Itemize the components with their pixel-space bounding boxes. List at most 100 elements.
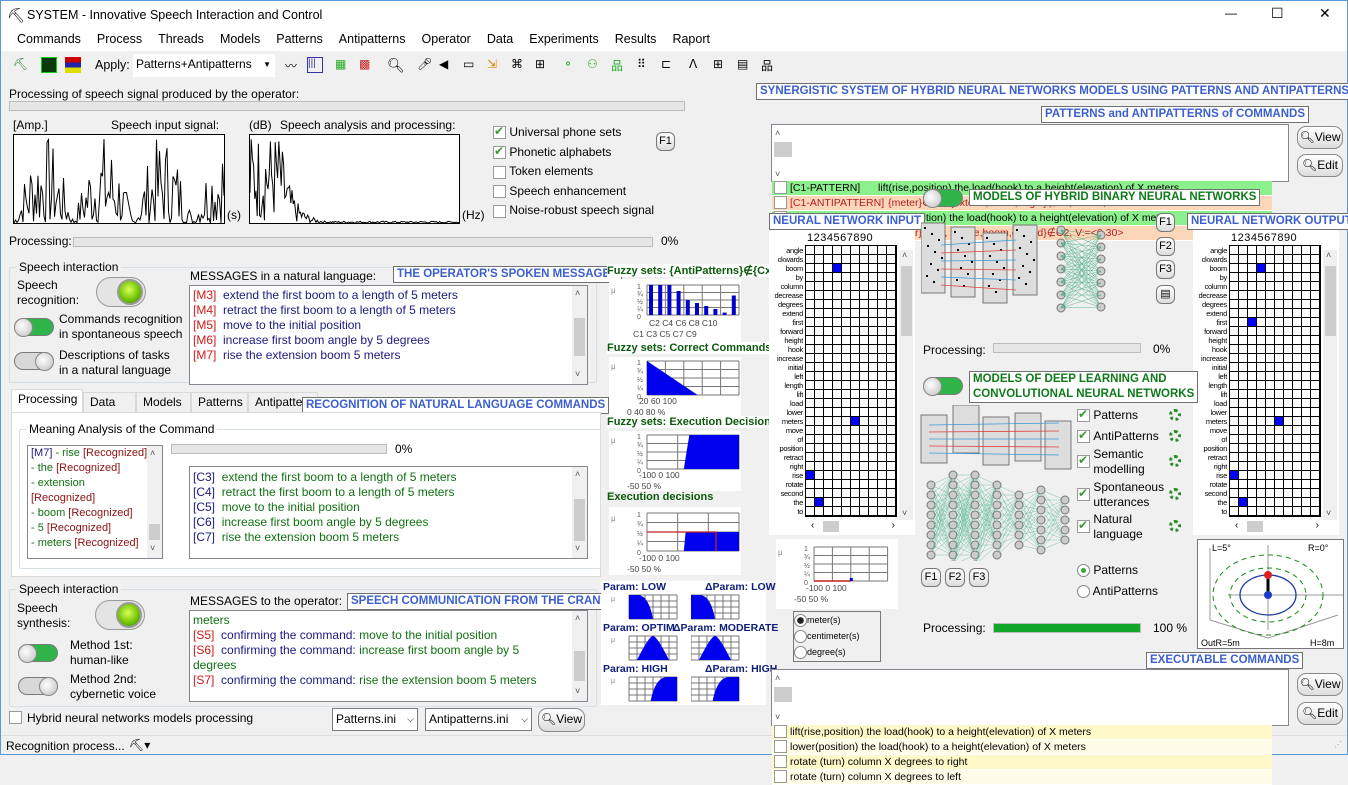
view-executable-button[interactable]: 🔍︎View [1297,673,1343,696]
message-item[interactable]: [M7] rise the extension boom 5 meters [190,348,587,363]
vertical-scrollbar[interactable]: ˄ ˅ [899,250,913,520]
executable-row[interactable]: rotate (turn) column X degrees to right [772,755,1272,770]
signal-option[interactable]: Token elements [493,164,593,179]
speech-synthesis-toggle[interactable] [95,600,145,630]
option-checkbox[interactable] [493,185,506,199]
word-item[interactable]: [Recognized] [28,491,162,506]
signal-icon[interactable] [41,57,57,73]
people-icon[interactable]: ᐱ [689,57,705,73]
option-checkbox[interactable] [1077,486,1090,501]
executable-row[interactable]: lower(position) the load(hook) to a heig… [772,740,1272,755]
deep-option[interactable]: AntiPatterns [1077,428,1159,444]
radio-button[interactable] [794,646,807,660]
unit-radio[interactable]: meter(s) [794,612,880,628]
word-item[interactable]: - meters [Recognized] [28,536,162,551]
bars-icon[interactable]: ||| [307,57,323,73]
method-2-toggle[interactable] [18,677,58,696]
view-patterns-button[interactable]: 🔍︎View [1297,126,1343,149]
f3-network-button[interactable]: F3 [1156,260,1175,279]
option-checkbox[interactable] [1077,428,1090,443]
scrollbar[interactable]: ˄ ˅ [147,446,162,558]
speaker-icon[interactable]: ◀ [439,57,455,73]
crane-icon[interactable]: ⛏ [13,57,29,73]
scrollbar[interactable]: ˄ ˅ [572,467,587,558]
operator-message-item[interactable]: [S5] confirming the command: move to the… [190,628,587,643]
command-item[interactable]: [C3] extend the first boom to a length o… [190,470,587,485]
option-checkbox[interactable] [493,124,506,140]
f1-network-button[interactable]: F1 [1156,213,1175,232]
view-files-button[interactable]: 🔍︎View [538,708,585,732]
option-checkbox[interactable] [1077,407,1090,422]
tab-processing[interactable]: Processing [11,389,83,413]
mode-radio[interactable]: Patterns [1077,563,1138,578]
speech-recognition-toggle[interactable] [96,277,146,307]
menu-commands[interactable]: Commands [9,29,89,49]
layout-icon[interactable]: ⊞ [713,57,729,73]
org-chart-icon[interactable]: 品 [611,57,627,73]
dots-grid-icon[interactable]: ⠿ [637,57,653,73]
row-checkbox[interactable] [774,196,787,209]
nodes-icon[interactable]: ⚬ [563,57,579,73]
executable-row[interactable]: lift(rise,position) the load(hook) to a … [772,725,1272,740]
f2-network-button[interactable]: F2 [1156,237,1175,256]
scrollbar[interactable]: ˄ ˅ [572,611,587,701]
mode-radio[interactable]: AntiPatterns [1077,584,1158,599]
f2-deep-button[interactable]: F2 [945,568,965,587]
menu-antipatterns[interactable]: Antipatterns [331,29,414,49]
matrix-icon[interactable]: ▩ [359,57,375,73]
wave-icon[interactable]: 〰 [285,57,301,73]
message-item[interactable]: [M5] move to the initial position [190,318,587,333]
spectrum-icon[interactable] [65,57,81,73]
message-item[interactable]: [M6] increase first boom angle by 5 degr… [190,333,587,348]
menu-threads[interactable]: Threads [150,29,212,49]
deep-option[interactable]: Spontaneous utterances [1077,480,1164,510]
deep-option[interactable]: Semantic modelling [1077,447,1145,477]
deep-option[interactable]: Natural language [1077,512,1143,542]
word-item[interactable]: - 5 [Recognized] [28,521,162,536]
patterns-file-select[interactable]: Patterns.ini ⌵ [332,708,418,731]
scrollbar[interactable]: ˄ ˅ [772,126,792,181]
word-analysis-list[interactable]: ˄ ˅ [M7] - rise [Recognized] - the [Recogn… [27,445,163,559]
spoken-messages-list[interactable]: ˄ ˅ [M3] extend the first boom to a lengt… [189,285,588,385]
split-icon[interactable]: ⊏ [661,57,677,73]
deep-models-toggle[interactable] [923,377,963,396]
word-item[interactable]: - extension [28,476,162,491]
vertical-scrollbar[interactable]: ˄ ˅ [1323,250,1337,520]
close-button[interactable]: ✕ [1319,5,1331,22]
monitor-icon[interactable]: ▭ [463,57,479,73]
signal-option[interactable]: Phonetic alphabets [493,144,611,159]
horizontal-scrollbar[interactable]: ‹ › [1233,520,1321,532]
command-item[interactable]: [C6] increase first boom angle by 5 degr… [190,515,587,530]
network-icon[interactable]: ▦ [335,57,351,73]
signal-option[interactable]: Speech enhancement [493,184,626,199]
search-icon[interactable]: 🔍︎ [387,57,405,73]
edit-executable-button[interactable]: 🔍︎Edit [1297,702,1343,725]
structure-icon[interactable]: 品 [761,57,777,73]
option-checkbox[interactable] [493,144,506,159]
radio-button[interactable] [794,630,807,644]
command-item[interactable]: [C4] retract the first boom to a length … [190,485,587,500]
antipatterns-file-select[interactable]: Antipatterns.ini ⌵ [425,708,532,731]
word-item[interactable]: - boom [Recognized] [28,506,162,521]
message-item[interactable]: [M3] extend the first boom to a length o… [190,288,587,303]
tab-patterns[interactable]: Patterns [191,392,248,412]
menu-results[interactable]: Results [607,29,665,49]
menu-operator[interactable]: Operator [414,29,479,49]
row-checkbox[interactable] [774,181,787,194]
flow-icon[interactable]: ⇲ [487,57,503,73]
method-1-toggle[interactable] [18,644,58,663]
row-checkbox[interactable] [774,755,787,768]
unit-radio[interactable]: centimeter(s) [794,628,880,644]
executable-commands-list[interactable]: ˄ ˅ lift(rise,position) the load(hook) to… [771,669,1289,785]
command-item[interactable]: [C7] rise the extension boom 5 meters [190,530,587,545]
row-checkbox[interactable] [774,770,787,783]
tab-models[interactable]: Models [136,392,191,412]
tree-icon[interactable]: ⊞ [535,57,551,73]
unit-radio[interactable]: degree(s) [794,644,880,660]
chip-icon[interactable]: ▤ [1156,285,1175,304]
menu-data[interactable]: Data [479,29,521,49]
crane-dropdown-icon[interactable]: ⛏▾ [129,738,150,752]
operator-messages-list[interactable]: ˄ ˅ meters [S5] confirming the command: mo… [189,610,588,702]
horizontal-scrollbar[interactable]: ‹ › [809,520,897,532]
f3-deep-button[interactable]: F3 [969,568,989,587]
